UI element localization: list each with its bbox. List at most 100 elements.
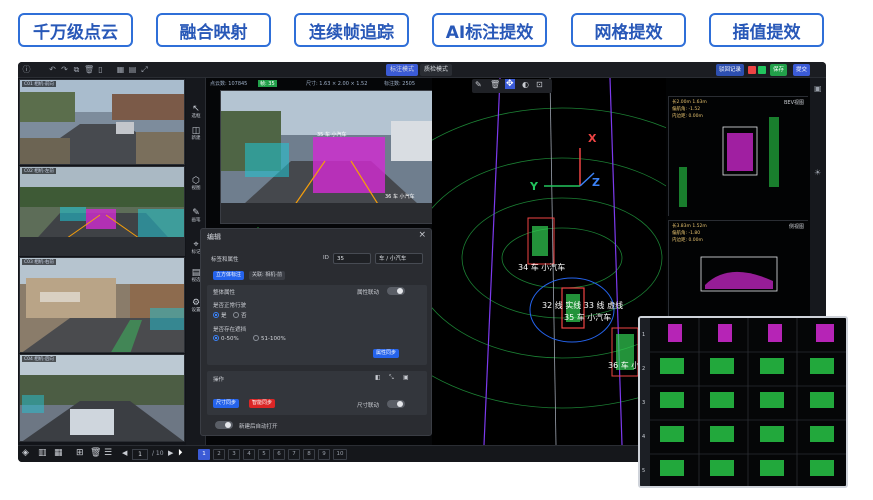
camera-front-right[interactable]: C03 相机-右前 [19,257,185,353]
tool-new[interactable]: ◫ 新建 [188,126,204,144]
page-9[interactable]: 9 [318,449,330,460]
overall-attr-label: 整体属性 [213,290,236,296]
mode-review[interactable]: 质检模式 [420,64,452,76]
page-3[interactable]: 3 [228,449,240,460]
edit-panel-title: 编辑 [207,233,221,241]
crop-icon[interactable]: ⊡ [536,80,543,89]
tag-pointcloud[interactable]: 千万级点云 [18,13,133,47]
page-1[interactable]: 1 [198,449,210,460]
expand-icon[interactable]: ⤢ [140,65,149,74]
bev-info-size: 长2.00m 1.63m [672,100,707,105]
pc-points: 点云数: 107845 [210,81,248,87]
camera-front-left[interactable]: C02 相机-左前 [19,166,185,256]
id-label: ID [323,255,329,261]
copy-icon[interactable]: ⧉ [72,65,81,74]
delete-icon[interactable]: 🗑 [490,80,500,89]
stats-icon[interactable]: ▦ [54,448,63,458]
radio-no[interactable]: 否 [233,311,247,319]
side-view[interactable]: 侧视图 长3.83m 1.52m 偏航角: -1.80 内边距: 0.00m [668,220,809,317]
size-sync-button[interactable]: 尺寸同步 [213,399,240,408]
chart-icon[interactable]: ▥ [38,448,47,458]
op-icon-b[interactable]: ⤡ [389,374,394,382]
tag-ai[interactable]: AI标注提效 [432,13,547,47]
car-34-label: 34 车 小汽车 [518,263,566,272]
close-icon[interactable]: × [418,230,426,240]
tag-interp[interactable]: 插值提效 [709,13,824,47]
page-8[interactable]: 8 [303,449,315,460]
attr-link-toggle[interactable] [387,287,405,295]
size-link-toggle[interactable] [387,400,405,408]
info-icon[interactable]: ⓘ [22,65,31,74]
next-frame-icon[interactable]: ▶ [168,449,173,457]
camera-rear[interactable]: C04 相机-后向 [19,354,185,442]
auto-open-toggle[interactable] [215,421,233,429]
pointcloud-main-view[interactable]: ✎ 🗑 ✥ ◐ ⊡ X Y Z 34 车 小汽车 32 线 实线 33 线 虚线… [432,78,666,445]
redo-icon[interactable]: ↷ [60,65,69,74]
grid-icon[interactable]: ▦ [116,65,125,74]
page-5[interactable]: 5 [258,449,270,460]
frame-input[interactable]: 1 [132,449,148,460]
layers-icon[interactable]: ▤ [128,65,137,74]
cam-box-label-36: 36 车 小汽车 [385,194,415,200]
car-35-label: 35 车 小汽车 [564,313,612,322]
mode-annotate[interactable]: 标注模式 [386,64,418,76]
page-4[interactable]: 4 [243,449,255,460]
camera-front[interactable]: C01 相机-前向 [19,79,185,165]
attr-sync-button[interactable]: 属性同步 [373,349,400,358]
submit-button[interactable]: 提交 [793,64,811,76]
smart-sync-button[interactable]: 智能同步 [249,399,276,408]
radio-51-100[interactable]: 51-100% [253,335,286,342]
page-10[interactable]: 10 [333,449,347,460]
frame-grid-inset[interactable]: 1 2 3 4 5 [638,316,848,488]
feature-tags: 千万级点云 融合映射 连续帧追踪 AI标注提效 网格提效 插值提效 [0,0,873,60]
frame-grid-cells [650,318,846,486]
op-icon-a[interactable]: ◧ [375,374,381,381]
page-7[interactable]: 7 [288,449,300,460]
camera-projection-image [221,91,439,223]
overall-attributes: 整体属性 属性联动 是否正常行驶 是 否 是否存在遮挡 0-50% 51-100… [207,285,427,365]
op-icon-c[interactable]: ▣ [403,374,409,381]
tool-brush[interactable]: ✎ 画笔 [188,208,204,226]
alert-icon[interactable] [748,66,756,74]
radio-0-50[interactable]: 0-50% [213,335,239,342]
page-6[interactable]: 6 [273,449,285,460]
camera-front-left-image [20,167,184,255]
camera-projection-view[interactable]: 35 车 小汽车 36 车 小汽车 [220,90,440,224]
play-icon[interactable]: ⏵ [178,448,183,458]
prev-frame-icon[interactable]: ◀ [122,449,127,457]
grid-icon[interactable]: ⊞ [76,448,84,458]
layers-icon[interactable]: ◈ [22,448,29,458]
delete-icon[interactable]: 🗑 [84,65,94,74]
light-icon[interactable]: ☀ [814,168,821,177]
tag-tracking[interactable]: 连续帧追踪 [294,13,409,47]
palette-icon[interactable]: ◐ [522,80,529,89]
reject-record-button[interactable]: 驳回记录 [716,64,745,76]
delete-icon[interactable]: 🗑 [90,448,101,458]
pc-frame: 帧: 35 [258,80,277,87]
panel-toggle-icon[interactable]: ▣ [814,84,822,93]
tool-view[interactable]: ⬡ 视图 [188,176,204,194]
tag-grid[interactable]: 网格提效 [571,13,686,47]
tab-linked-camera[interactable]: 关联: 相机-前 [249,271,286,280]
radio-yes[interactable]: 是 [213,311,227,319]
bev-view[interactable]: BEV视图 长2.00m 1.63m 偏航角: -1.52 内边距: 0.00m [668,96,809,217]
undo-icon[interactable]: ↶ [48,65,57,74]
save-button[interactable]: 保存 [770,64,788,76]
list-icon[interactable]: ☰ [104,448,112,458]
id-input[interactable]: 35 [333,253,371,264]
page-2[interactable]: 2 [213,449,225,460]
camera-label: C01 相机-前向 [22,81,56,87]
edit-icon[interactable]: ✎ [475,80,482,89]
pc-count: 标注数: 2505 [384,81,415,87]
check-icon[interactable] [758,66,766,74]
tab-cuboid[interactable]: 立方体标注 [213,271,245,280]
brush-icon: ✎ [192,208,200,218]
bev-info-yaw: 偏航角: -1.52 [672,107,701,112]
tag-fusion[interactable]: 融合映射 [156,13,271,47]
tool-select[interactable]: ↖ 选框 [188,104,204,122]
cam-box-label-35: 35 车 小汽车 [317,132,347,138]
q-normal-driving: 是否正常行驶 [213,303,247,309]
class-select[interactable]: 车 / 小汽车 [375,253,423,264]
trash-icon[interactable]: ▯ [96,65,105,74]
move-icon[interactable]: ✥ [505,79,515,89]
